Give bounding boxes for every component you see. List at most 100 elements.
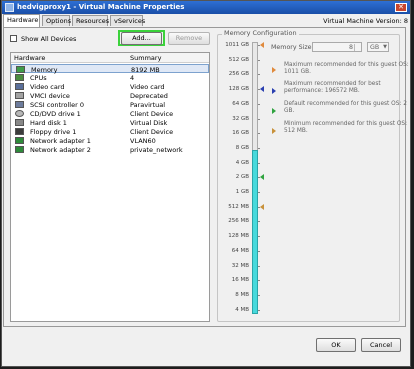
scale-label: 4 MB bbox=[235, 306, 249, 313]
scale-tick bbox=[258, 133, 260, 135]
cdrom-icon bbox=[15, 110, 24, 117]
scale-tick bbox=[258, 280, 260, 282]
table-row[interactable]: CD/DVD drive 1 Client Device bbox=[11, 109, 209, 118]
table-row[interactable]: Floppy drive 1 Client Device bbox=[11, 127, 209, 136]
add-button[interactable]: Add... bbox=[121, 32, 162, 45]
table-row[interactable]: CPUs 4 bbox=[11, 73, 209, 82]
table-row[interactable]: Video card Video card bbox=[11, 82, 209, 91]
remove-button: Remove bbox=[168, 32, 210, 45]
scale-label: 128 MB bbox=[228, 233, 249, 240]
default-recommended-legend-icon bbox=[272, 108, 276, 114]
scale-label: 8 GB bbox=[235, 144, 249, 151]
tab-options[interactable]: Options bbox=[42, 15, 71, 26]
chevron-down-icon: ▼ bbox=[383, 44, 387, 50]
scale-tick bbox=[258, 265, 260, 267]
memory-slider-fill bbox=[252, 150, 258, 314]
table-row[interactable]: Network adapter 2 private_network bbox=[11, 145, 209, 154]
row-name: SCSI controller 0 bbox=[30, 101, 84, 109]
scale-tick bbox=[258, 118, 260, 120]
tab-hardware[interactable]: Hardware bbox=[3, 14, 40, 27]
ok-button[interactable]: OK bbox=[316, 338, 356, 352]
max-recommended-legend-icon bbox=[272, 67, 276, 73]
hardware-table: Hardware Summary Memory 8192 MB CPUs 4 V… bbox=[10, 52, 210, 322]
row-summary: Client Device bbox=[130, 128, 174, 136]
column-hardware[interactable]: Hardware bbox=[14, 54, 45, 62]
vmci-icon bbox=[15, 92, 24, 99]
scale-label: 4 GB bbox=[235, 159, 249, 166]
memory-unit-value: GB bbox=[370, 44, 380, 51]
spinner-icon[interactable] bbox=[354, 44, 360, 51]
scale-tick bbox=[258, 74, 260, 76]
memory-size-label: Memory Size: bbox=[271, 44, 314, 51]
table-row[interactable]: VMCI device Deprecated bbox=[11, 91, 209, 100]
scale-label: 32 GB bbox=[232, 115, 249, 122]
scale-tick bbox=[258, 309, 260, 311]
cancel-button[interactable]: Cancel bbox=[361, 338, 401, 352]
min-marker-icon bbox=[260, 203, 264, 210]
scale-tick bbox=[258, 59, 260, 61]
default-marker-icon bbox=[260, 174, 264, 181]
legend-min: Minimum recommended for this guest OS: 5… bbox=[284, 121, 408, 134]
row-summary: VLAN60 bbox=[130, 137, 156, 145]
scale-label: 128 GB bbox=[228, 86, 249, 93]
scale-tick bbox=[258, 192, 260, 193]
cpu-icon bbox=[15, 74, 24, 81]
memory-icon bbox=[16, 66, 25, 73]
vm-window-icon bbox=[5, 3, 14, 12]
row-name: CD/DVD drive 1 bbox=[30, 110, 81, 118]
table-row[interactable]: Memory 8192 MB bbox=[11, 64, 209, 74]
row-name: Network adapter 2 bbox=[30, 146, 91, 154]
memory-size-input[interactable]: 8 bbox=[312, 42, 362, 52]
table-row[interactable]: Hard disk 1 Virtual Disk bbox=[11, 118, 209, 127]
scale-label: 2 GB bbox=[235, 174, 249, 181]
scale-label: 64 GB bbox=[232, 100, 249, 107]
network-icon bbox=[15, 146, 24, 153]
memory-size-value: 8 bbox=[348, 44, 353, 51]
row-name: Network adapter 1 bbox=[30, 137, 91, 145]
scale-tick bbox=[258, 221, 260, 223]
scale-tick bbox=[258, 236, 260, 238]
scale-tick bbox=[258, 250, 260, 252]
legend-max-guest: Maximum recommended for this guest OS: 1… bbox=[284, 62, 409, 75]
scale-label: 256 MB bbox=[228, 218, 249, 225]
scale-tick bbox=[258, 147, 260, 149]
min-recommended-legend-icon bbox=[272, 128, 276, 134]
table-row[interactable]: SCSI controller 0 Paravirtual bbox=[11, 100, 209, 109]
scale-label: 512 GB bbox=[228, 56, 249, 63]
show-all-devices-checkbox[interactable] bbox=[10, 35, 17, 42]
scale-label: 32 MB bbox=[231, 262, 249, 269]
scale-label: 16 GB bbox=[232, 130, 249, 137]
window-title: hedvigproxy1 - Virtual Machine Propertie… bbox=[17, 3, 185, 11]
scale-label: 256 GB bbox=[228, 71, 249, 78]
scale-label: 1011 GB bbox=[225, 42, 249, 48]
row-summary: Virtual Disk bbox=[130, 119, 168, 127]
video-card-icon bbox=[15, 83, 24, 90]
vm-version-label: Virtual Machine Version: 8 bbox=[323, 17, 408, 25]
table-header: Hardware Summary bbox=[11, 53, 209, 63]
row-summary: 4 bbox=[130, 74, 135, 82]
legend-default: Default recommended for this guest OS: 2… bbox=[284, 101, 407, 114]
row-name: VMCI device bbox=[30, 92, 70, 100]
title-bar[interactable]: hedvigproxy1 - Virtual Machine Propertie… bbox=[2, 1, 410, 14]
close-button[interactable]: ✕ bbox=[395, 3, 407, 12]
scale-tick bbox=[258, 294, 260, 296]
max-guest-marker-icon bbox=[260, 42, 264, 48]
row-name: Video card bbox=[30, 83, 65, 91]
row-summary: private_network bbox=[130, 146, 183, 154]
disk-icon bbox=[15, 119, 24, 126]
row-summary: Video card bbox=[130, 83, 165, 91]
memory-unit-select[interactable]: GB ▼ bbox=[367, 42, 389, 52]
table-row[interactable]: Network adapter 1 VLAN60 bbox=[11, 136, 209, 145]
legend-max-performance: Maximum recommended for best performance… bbox=[284, 81, 381, 94]
show-all-devices-label: Show All Devices bbox=[21, 35, 77, 43]
tab-resources[interactable]: Resources bbox=[72, 15, 109, 26]
row-summary: Paravirtual bbox=[130, 101, 166, 109]
max-performance-marker-icon bbox=[260, 86, 264, 93]
row-summary: Client Device bbox=[130, 110, 174, 118]
column-summary[interactable]: Summary bbox=[130, 54, 161, 62]
tab-vservices[interactable]: vServices bbox=[110, 15, 145, 26]
row-summary: Deprecated bbox=[130, 92, 168, 100]
scale-label: 16 MB bbox=[231, 277, 249, 284]
memory-configuration-label: Memory Configuration bbox=[222, 29, 299, 37]
row-name: Floppy drive 1 bbox=[30, 128, 77, 136]
